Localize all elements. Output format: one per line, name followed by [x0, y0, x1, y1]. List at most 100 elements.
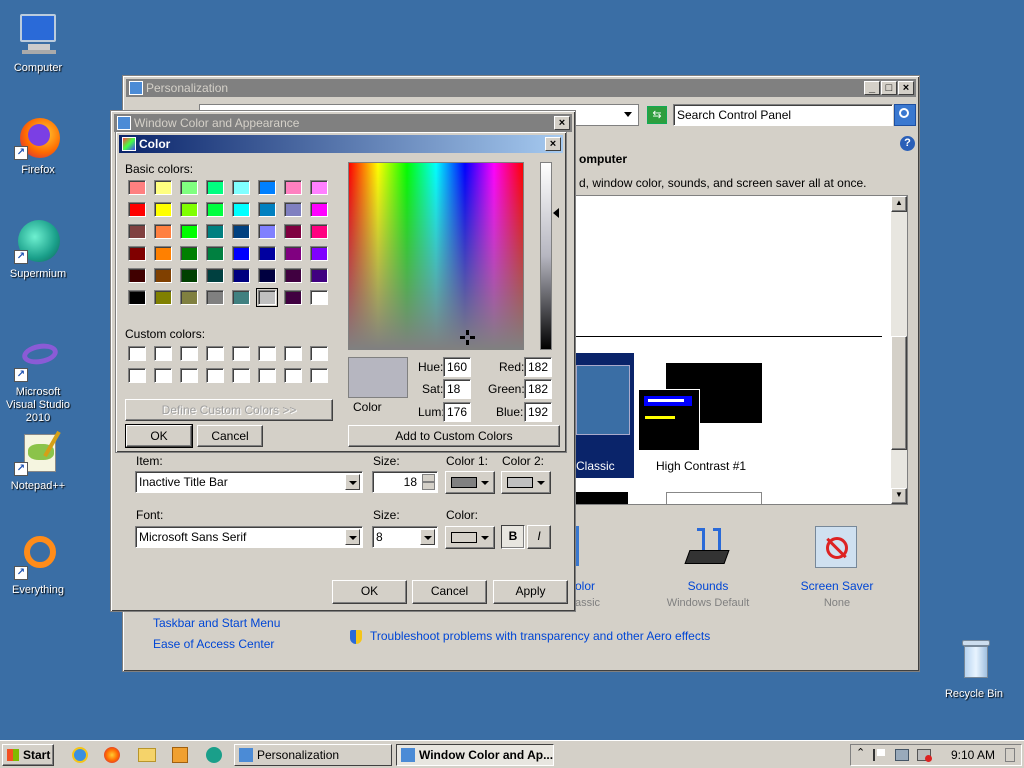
basic-color-swatch[interactable]: [258, 246, 276, 261]
font-select[interactable]: Microsoft Sans Serif: [135, 526, 363, 548]
chevron-down-icon[interactable]: [345, 474, 360, 490]
basic-color-swatch[interactable]: [310, 246, 328, 261]
italic-toggle[interactable]: I: [527, 525, 551, 549]
red-input[interactable]: 182: [524, 357, 552, 377]
color-spectrum[interactable]: [348, 162, 524, 350]
desktop-icon-firefox[interactable]: ↗ Firefox: [0, 112, 76, 177]
close-button[interactable]: ×: [898, 81, 914, 95]
basic-color-swatch[interactable]: [128, 180, 146, 195]
font-size-select[interactable]: 8: [372, 526, 438, 548]
color-cancel-button[interactable]: Cancel: [197, 425, 263, 447]
basic-color-swatch[interactable]: [128, 224, 146, 239]
volume-muted-icon[interactable]: [917, 749, 932, 762]
basic-color-swatch[interactable]: [180, 290, 198, 305]
basic-color-swatch[interactable]: [206, 290, 224, 305]
wca-cancel-button[interactable]: Cancel: [412, 580, 487, 604]
basic-color-swatch[interactable]: [232, 290, 250, 305]
custom-color-swatch[interactable]: [232, 368, 250, 383]
basic-color-swatch[interactable]: [258, 202, 276, 217]
basic-color-swatch[interactable]: [154, 246, 172, 261]
color-close-button[interactable]: ×: [545, 137, 561, 151]
basic-color-swatch[interactable]: [154, 268, 172, 283]
basic-color-swatch[interactable]: [232, 202, 250, 217]
theme-classic[interactable]: Classic: [576, 353, 634, 478]
link-taskbar-start-menu[interactable]: Taskbar and Start Menu: [153, 616, 280, 630]
hue-input[interactable]: 160: [443, 357, 471, 377]
basic-color-swatch[interactable]: [180, 224, 198, 239]
basic-color-swatch[interactable]: [284, 224, 302, 239]
chevron-down-icon[interactable]: [345, 529, 360, 545]
basic-color-swatch[interactable]: [256, 288, 278, 307]
maximize-button[interactable]: □: [881, 81, 897, 95]
link-troubleshoot-aero[interactable]: Troubleshoot problems with transparency …: [370, 629, 710, 643]
desktop-icon-recycle-bin[interactable]: Recycle Bin: [936, 636, 1012, 701]
basic-color-swatch[interactable]: [128, 246, 146, 261]
minimize-button[interactable]: _: [864, 81, 880, 95]
basic-color-swatch[interactable]: [258, 180, 276, 195]
show-desktop-icon[interactable]: [1005, 748, 1015, 762]
basic-color-swatch[interactable]: [232, 268, 250, 283]
custom-color-swatch[interactable]: [310, 346, 328, 361]
basic-color-swatch[interactable]: [154, 180, 172, 195]
media-player-icon[interactable]: [172, 747, 188, 763]
scroll-up-button[interactable]: ▲: [891, 196, 907, 212]
luminance-arrow-icon[interactable]: [553, 208, 559, 218]
network-icon[interactable]: [895, 749, 909, 761]
item-select[interactable]: Inactive Title Bar: [135, 471, 363, 493]
blue-input[interactable]: 192: [524, 402, 552, 422]
custom-color-swatch[interactable]: [154, 346, 172, 361]
task-personalization[interactable]: Personalization: [234, 744, 392, 766]
sat-input[interactable]: 18: [443, 379, 471, 399]
color-titlebar[interactable]: Color ×: [119, 135, 563, 153]
tray-expand-icon[interactable]: ⌃: [856, 746, 865, 759]
custom-color-swatch[interactable]: [258, 368, 276, 383]
desktop-icon-supermium[interactable]: ↗ Supermium: [0, 216, 76, 281]
custom-color-swatch[interactable]: [180, 368, 198, 383]
green-input[interactable]: 182: [524, 379, 552, 399]
add-to-custom-colors-button[interactable]: Add to Custom Colors: [348, 425, 560, 447]
wca-titlebar[interactable]: Window Color and Appearance ×: [114, 114, 572, 132]
themes-list[interactable]: Classic High Contrast #1 ▲ ▼: [575, 195, 908, 505]
basic-color-swatch[interactable]: [206, 224, 224, 239]
basic-color-swatch[interactable]: [258, 268, 276, 283]
wca-close-button[interactable]: ×: [554, 116, 570, 130]
basic-color-swatch[interactable]: [258, 224, 276, 239]
desktop-icon-notepadpp[interactable]: ↗ Notepad++: [0, 428, 76, 493]
color2-picker[interactable]: [501, 471, 551, 494]
search-button[interactable]: [894, 104, 916, 126]
basic-color-swatch[interactable]: [284, 268, 302, 283]
basic-color-swatch[interactable]: [284, 246, 302, 261]
scroll-down-button[interactable]: ▼: [891, 488, 907, 504]
basic-color-swatch[interactable]: [206, 268, 224, 283]
basic-color-swatch[interactable]: [206, 202, 224, 217]
stepper-up-button[interactable]: [422, 474, 435, 482]
basic-color-swatch[interactable]: [232, 224, 250, 239]
basic-color-swatch[interactable]: [154, 290, 172, 305]
settings-sounds[interactable]: Sounds Windows Default: [653, 526, 763, 616]
desktop-icon-visual-studio[interactable]: ↗ Microsoft Visual Studio 2010: [0, 334, 76, 425]
custom-color-swatch[interactable]: [206, 368, 224, 383]
lum-input[interactable]: 176: [443, 402, 471, 422]
basic-color-swatch[interactable]: [310, 224, 328, 239]
clock[interactable]: 9:10 AM: [951, 748, 995, 762]
basic-color-swatch[interactable]: [154, 202, 172, 217]
color1-picker[interactable]: [445, 471, 495, 494]
desktop-icon-everything[interactable]: ↗ Everything: [0, 532, 76, 597]
search-input[interactable]: Search Control Panel: [673, 104, 893, 126]
custom-color-swatch[interactable]: [128, 346, 146, 361]
custom-color-swatch[interactable]: [232, 346, 250, 361]
help-icon[interactable]: ?: [900, 136, 915, 151]
basic-color-swatch[interactable]: [284, 290, 302, 305]
basic-color-swatch[interactable]: [232, 180, 250, 195]
basic-color-swatch[interactable]: [284, 180, 302, 195]
luminance-slider[interactable]: [540, 162, 552, 350]
link-ease-of-access[interactable]: Ease of Access Center: [153, 637, 274, 651]
custom-color-swatch[interactable]: [284, 346, 302, 361]
flag-icon[interactable]: [873, 749, 885, 761]
basic-color-swatch[interactable]: [232, 246, 250, 261]
ie-icon[interactable]: [72, 747, 88, 763]
theme-high-contrast-1[interactable]: High Contrast #1: [638, 353, 778, 478]
basic-color-swatch[interactable]: [154, 224, 172, 239]
firefox-quicklaunch-icon[interactable]: [104, 747, 120, 763]
custom-color-swatch[interactable]: [310, 368, 328, 383]
